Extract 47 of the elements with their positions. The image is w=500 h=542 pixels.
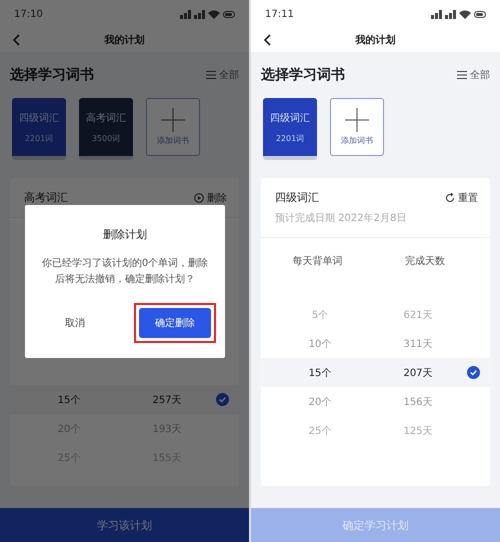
menu-icon (206, 71, 216, 79)
add-book-button[interactable]: 添加词书 (330, 98, 384, 156)
play-circle-icon (194, 192, 204, 202)
book-cover[interactable]: 四级词汇 2201词 (12, 98, 66, 160)
page-title: 我的计划 (356, 34, 396, 47)
signal-icon (431, 10, 442, 18)
delete-button[interactable]: 删除 (194, 190, 227, 204)
plan-option-row[interactable]: 10个 311天 (261, 329, 490, 358)
column-header: 每天背单词 (292, 254, 342, 268)
dialog-title: 删除计划 (103, 227, 147, 242)
bottom-button[interactable]: 学习该计划 (0, 508, 249, 542)
plan-option-row[interactable]: 5个 621天 (261, 300, 490, 329)
book-cover[interactable]: 四级词汇 2201词 (263, 98, 317, 160)
plan-option-row[interactable]: 20个 156天 (261, 387, 490, 416)
refresh-icon (445, 192, 455, 202)
plan-option-row[interactable]: 15个 207天 (261, 358, 490, 387)
plan-name: 四级词汇 (275, 190, 319, 205)
battery-icon (474, 10, 486, 18)
status-time: 17:10 (14, 8, 43, 20)
signal-icon (180, 10, 191, 18)
battery-icon (223, 10, 235, 18)
signal-icon (445, 10, 456, 18)
wifi-icon (208, 10, 220, 18)
signal-icon (194, 10, 205, 18)
menu-icon (457, 71, 467, 79)
confirm-button[interactable]: 确定删除 (139, 308, 211, 338)
plan-name: 高考词汇 (24, 190, 68, 205)
plan-option-row[interactable]: 15个 257天 (10, 385, 239, 414)
page-title: 我的计划 (104, 34, 144, 47)
wifi-icon (459, 10, 471, 18)
section-title: 选择学习词书 (10, 66, 94, 84)
column-header: 完成天数 (404, 254, 445, 268)
section-title: 选择学习词书 (261, 66, 345, 84)
plan-subtitle: 预计完成日期 2022年2月8日 (274, 212, 408, 225)
reset-button[interactable]: 重置 (445, 190, 478, 204)
back-icon[interactable] (263, 34, 271, 46)
check-icon (467, 366, 480, 379)
add-book-button[interactable]: 添加词书 (146, 98, 200, 156)
plus-icon (345, 108, 369, 132)
book-cover[interactable]: 高考词汇 3500词 (79, 98, 133, 160)
dialog-message: 你已经学习了该计划的0个单词，删除后将无法撤销，确定删除计划？ (40, 256, 210, 287)
status-time: 17:11 (265, 8, 294, 20)
check-icon (216, 393, 229, 406)
plan-option-row[interactable]: 25个 125天 (261, 416, 490, 445)
filter-button[interactable]: 全部 (206, 68, 239, 82)
filter-button[interactable]: 全部 (457, 68, 490, 82)
plus-icon (161, 108, 185, 132)
